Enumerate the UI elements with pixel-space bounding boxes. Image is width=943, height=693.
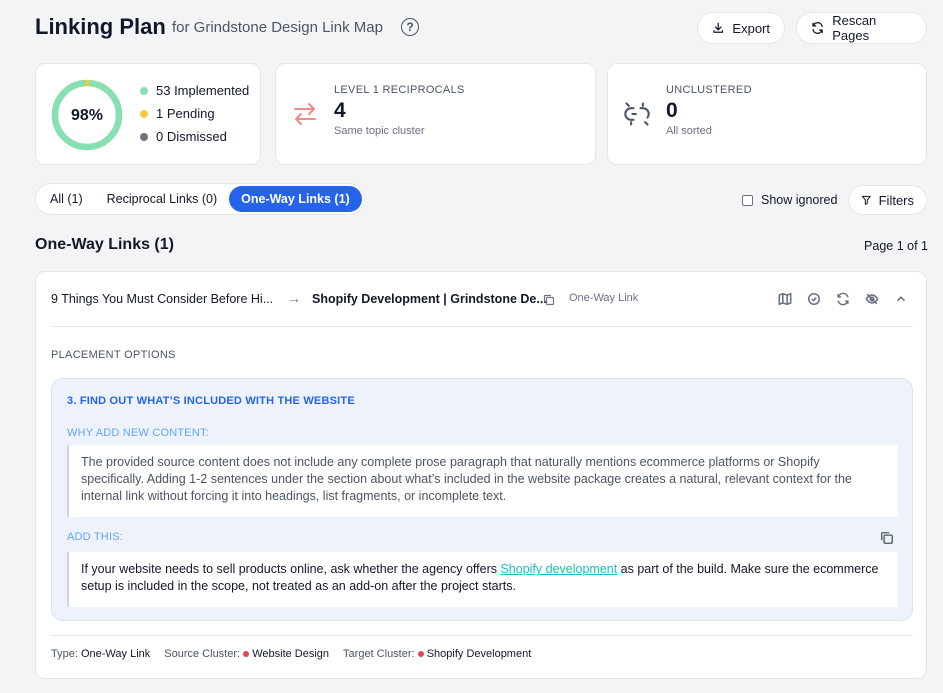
progress-ring: 98% xyxy=(51,79,123,151)
copy-icon[interactable] xyxy=(543,294,555,306)
unclustered-value: 0 xyxy=(666,99,678,122)
show-ignored-checkbox[interactable] xyxy=(742,194,753,206)
swap-arrows-icon xyxy=(294,103,316,125)
anchor-link[interactable]: Shopify development xyxy=(500,562,617,576)
chevron-up-icon[interactable] xyxy=(891,289,911,309)
tab-one-way-links[interactable]: One-Way Links (1) xyxy=(229,186,362,212)
meta-type: Type: One-Way Link xyxy=(51,648,151,660)
placement-option: 3. FIND OUT WHAT’S INCLUDED WITH THE WEB… xyxy=(51,378,913,621)
tab-reciprocal-links[interactable]: Reciprocal Links (0) xyxy=(95,186,229,212)
link-card: 9 Things You Must Consider Before Hi... … xyxy=(35,271,927,679)
meta-target-cluster: Target Cluster: Shopify Development xyxy=(343,648,532,660)
progress-card: 98% 53 Implemented 1 Pending 0 Dismissed xyxy=(35,63,261,165)
why-text: The provided source content does not inc… xyxy=(67,445,898,517)
legend-implemented: 53 Implemented xyxy=(140,79,249,102)
show-ignored-toggle[interactable]: Show ignored xyxy=(742,193,837,207)
refresh-icon xyxy=(812,22,823,34)
broken-link-icon xyxy=(624,102,650,126)
copy-suggestion-icon[interactable] xyxy=(880,531,894,545)
reciprocals-label: LEVEL 1 RECIPROCALS xyxy=(334,84,465,96)
dismissed-dot-icon xyxy=(140,132,148,141)
map-icon[interactable] xyxy=(775,289,795,309)
tab-all[interactable]: All (1) xyxy=(38,186,95,212)
export-button[interactable]: Export xyxy=(697,12,785,44)
implemented-dot-icon xyxy=(140,86,148,95)
why-label: WHY ADD NEW CONTENT: xyxy=(67,427,209,439)
eye-off-icon[interactable] xyxy=(862,289,882,309)
divider xyxy=(51,326,913,327)
download-icon xyxy=(713,22,724,33)
legend-dismissed: 0 Dismissed xyxy=(140,125,249,148)
reciprocals-value: 4 xyxy=(334,99,346,122)
link-meta: Type: One-Way Link Source Cluster: Websi… xyxy=(51,648,531,660)
arrow-right-icon: → xyxy=(287,290,301,306)
pending-dot-icon xyxy=(140,109,148,118)
filter-icon xyxy=(861,195,871,205)
link-type-badge: One-Way Link xyxy=(569,292,639,304)
source-cluster-dot-icon xyxy=(243,651,250,657)
suggested-text: If your website needs to sell products o… xyxy=(67,552,898,607)
target-cluster-dot-icon xyxy=(417,651,424,657)
link-actions xyxy=(775,289,911,309)
regenerate-icon[interactable] xyxy=(833,289,853,309)
page-title: Linking Plan xyxy=(35,14,166,39)
link-type-tabs: All (1) Reciprocal Links (0) One-Way Lin… xyxy=(35,183,365,215)
placement-options-label: PLACEMENT OPTIONS xyxy=(51,349,176,361)
reciprocals-sub: Same topic cluster xyxy=(334,125,425,137)
page-subtitle: for Grindstone Design Link Map xyxy=(172,19,383,36)
section-title: One-Way Links (1) xyxy=(35,236,174,253)
page-info: Page 1 of 1 xyxy=(864,239,928,253)
progress-percent: 98% xyxy=(71,107,103,124)
help-icon[interactable]: ? xyxy=(401,18,419,36)
divider-bottom xyxy=(51,635,913,636)
unclustered-label: UNCLUSTERED xyxy=(666,84,752,96)
unclustered-sub: All sorted xyxy=(666,125,712,137)
check-circle-icon[interactable] xyxy=(804,289,824,309)
reciprocals-card: LEVEL 1 RECIPROCALS 4 Same topic cluster xyxy=(275,63,596,165)
target-page-title[interactable]: Shopify Development | Grindstone De... xyxy=(312,292,547,306)
legend-pending: 1 Pending xyxy=(140,102,249,125)
add-this-label: ADD THIS: xyxy=(67,531,123,543)
filters-button[interactable]: Filters xyxy=(848,185,927,215)
option-title: 3. FIND OUT WHAT’S INCLUDED WITH THE WEB… xyxy=(67,395,355,407)
unclustered-card: UNCLUSTERED 0 All sorted xyxy=(607,63,927,165)
source-page-title[interactable]: 9 Things You Must Consider Before Hi... xyxy=(51,292,273,306)
rescan-pages-button[interactable]: Rescan Pages xyxy=(796,12,927,44)
meta-source-cluster: Source Cluster: Website Design xyxy=(164,648,330,660)
